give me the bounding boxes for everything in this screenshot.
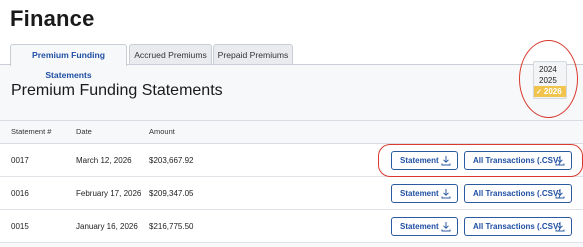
tab-premium-funding-statements[interactable]: Premium Funding Statements (10, 44, 127, 80)
table-row: 0016 February 17, 2026 $209,347.05 State… (0, 177, 583, 210)
table-row: 0015 January 16, 2026 $216,775.50 Statem… (0, 210, 583, 243)
column-header-date: Date (76, 127, 92, 136)
button-label: All Transactions (.CSV) (473, 189, 562, 198)
statement-amount: $209,347.05 (149, 189, 194, 198)
statement-date: March 12, 2026 (76, 156, 132, 165)
year-dropdown[interactable]: 2024 2025 ✓ 2026 (533, 61, 567, 99)
statement-number: 0017 (11, 156, 29, 165)
download-icon (441, 189, 451, 199)
page-title: Finance (10, 6, 95, 31)
statement-amount: $203,667.92 (149, 156, 194, 165)
column-header-amount: Amount (149, 127, 175, 136)
statement-number: 0015 (11, 222, 29, 231)
csv-download-button[interactable]: All Transactions (.CSV) (464, 184, 572, 203)
statement-number: 0016 (11, 189, 29, 198)
tab-bar: Premium Funding Statements Accrued Premi… (0, 44, 583, 80)
statement-download-button[interactable]: Statement (391, 184, 458, 203)
statement-download-button[interactable]: Statement (391, 217, 458, 236)
csv-download-button[interactable]: All Transactions (.CSV) (464, 217, 572, 236)
button-label: Statement (400, 222, 439, 231)
annotation-ellipse-row-actions (378, 144, 583, 177)
button-label: All Transactions (.CSV) (473, 222, 562, 231)
button-label: Statement (400, 189, 439, 198)
download-icon (555, 189, 565, 199)
download-icon (555, 222, 565, 232)
column-header-statement: Statement # (11, 127, 52, 136)
year-option-2026[interactable]: ✓ 2026 (534, 86, 566, 97)
tab-accrued-premiums[interactable]: Accrued Premiums (129, 44, 212, 65)
table-header: Statement # Date Amount (0, 120, 583, 144)
statement-date: January 16, 2026 (76, 222, 138, 231)
year-option-2025[interactable]: 2025 (534, 75, 566, 86)
tab-prepaid-premiums[interactable]: Prepaid Premiums (213, 44, 293, 65)
statement-date: February 17, 2026 (76, 189, 142, 198)
check-icon: ✓ (536, 89, 542, 96)
statement-amount: $216,775.50 (149, 222, 194, 231)
year-option-label: 2026 (543, 87, 562, 96)
year-option-2024[interactable]: 2024 (534, 64, 566, 75)
download-icon (441, 222, 451, 232)
section-title: Premium Funding Statements (11, 82, 223, 99)
